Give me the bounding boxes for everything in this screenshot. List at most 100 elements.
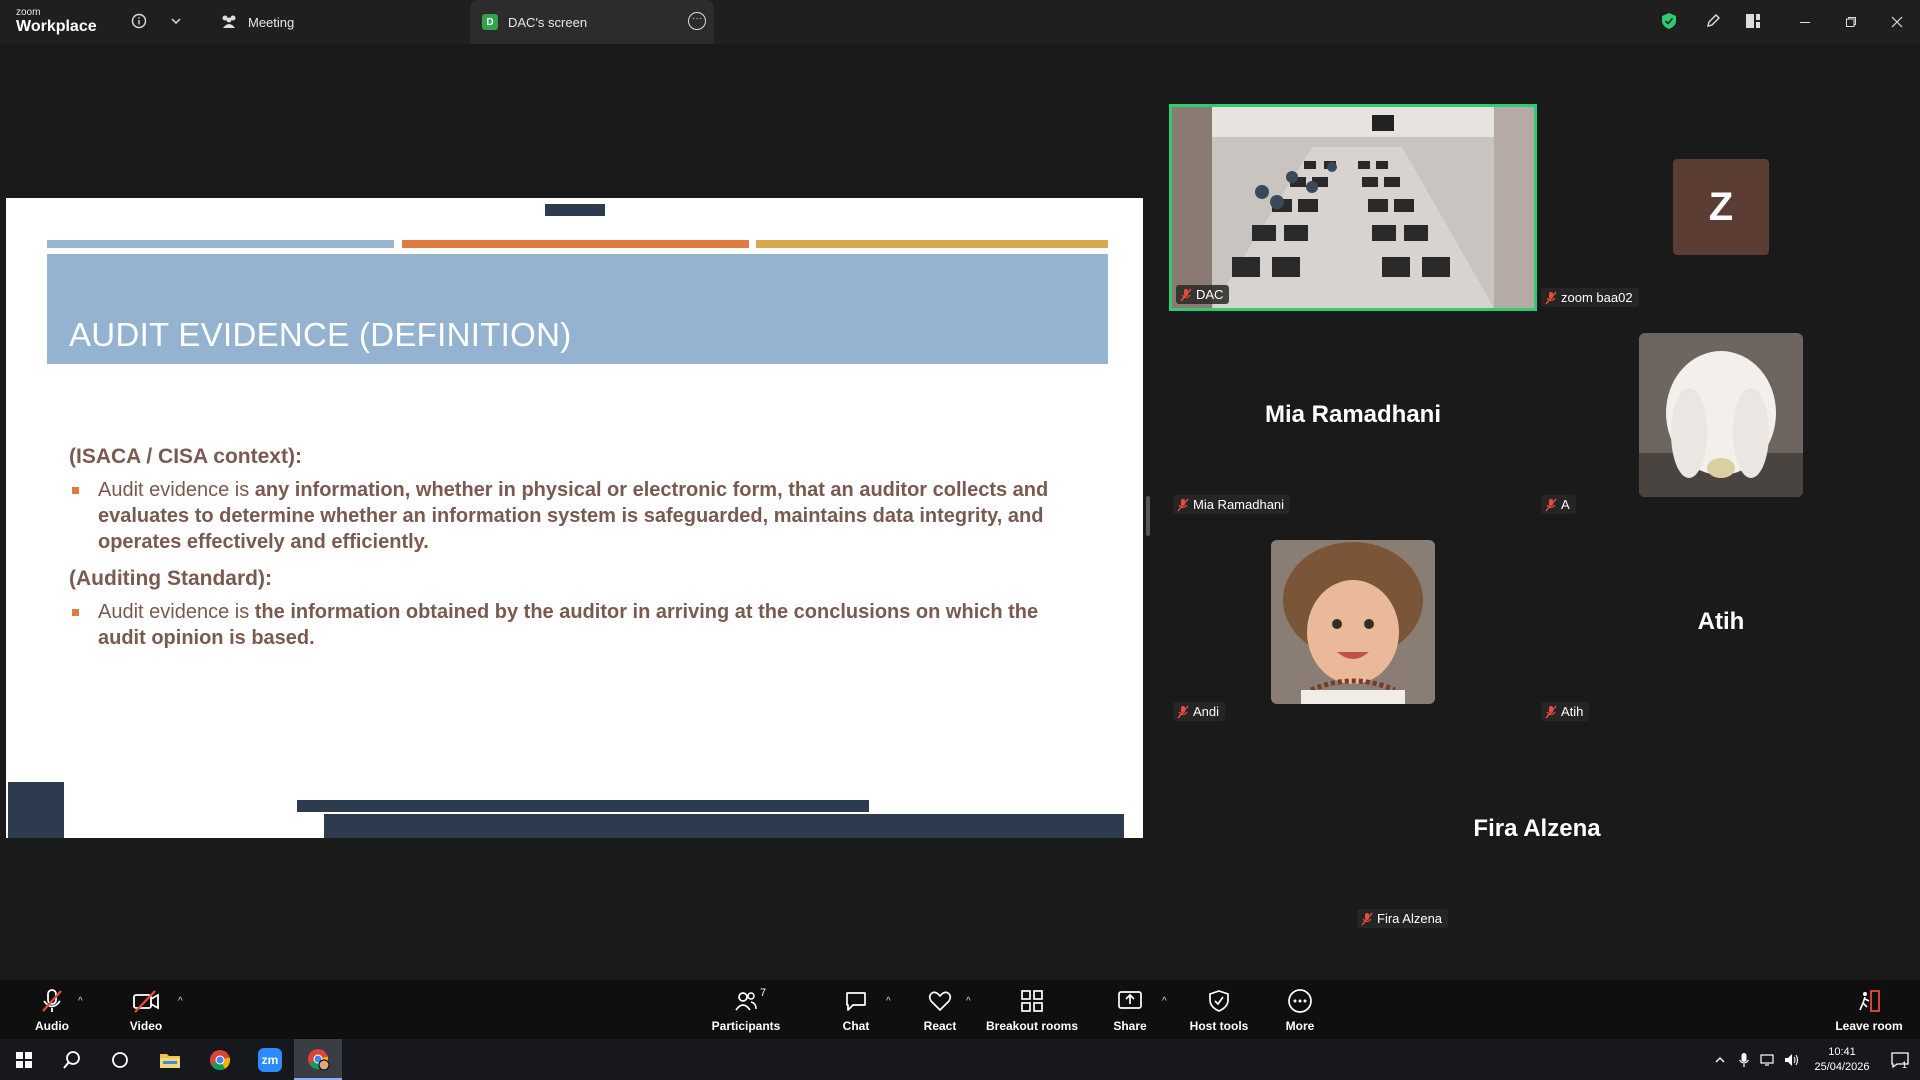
mic-muted-icon [1361, 912, 1373, 926]
mic-muted-icon [38, 987, 66, 1015]
participant-tile-fira-alzena[interactable]: Fira Alzena Fira Alzena [1353, 725, 1721, 932]
avatar-rabbit-photo [1639, 332, 1803, 497]
slide-heading-auditing-standard: (Auditing Standard): [69, 567, 272, 590]
leave-room-button[interactable]: Leave room [1834, 980, 1904, 1039]
shield-icon [1205, 987, 1233, 1015]
title-bar: zoom Workplace Meeting D DAC's screen ··… [0, 0, 1920, 44]
host-tools-button[interactable]: Host tools [1188, 980, 1250, 1039]
participants-button[interactable]: 7 Participants [708, 980, 784, 1039]
annotate-pen-icon[interactable] [1702, 10, 1724, 32]
leave-door-icon [1855, 987, 1883, 1015]
share-options-caret[interactable]: ^ [1162, 996, 1167, 1007]
microphone-icon[interactable] [1732, 1052, 1756, 1068]
chevron-down-icon[interactable] [165, 10, 187, 32]
windows-taskbar: zm 10:41 25/04/2026 1 [0, 1039, 1920, 1080]
view-layout-icon[interactable] [1742, 10, 1764, 32]
chat-icon [842, 987, 870, 1015]
avatar-child-photo [1271, 539, 1435, 704]
participant-label-andi: Andi [1173, 702, 1226, 721]
slide-bullet-2: Audit evidence is the information obtain… [69, 599, 1089, 651]
security-shield-icon[interactable] [1658, 10, 1680, 32]
participant-tile-mia-ramadhani[interactable]: Mia Ramadhani Mia Ramadhani [1169, 311, 1537, 518]
slide-accent-bar-blue [47, 240, 394, 248]
window-controls [1782, 0, 1920, 44]
mic-muted-icon [1177, 498, 1189, 512]
tab-screen-label: DAC's screen [508, 14, 588, 30]
chat-button[interactable]: Chat [836, 980, 876, 1039]
slide-bottom-decoration-square [8, 782, 64, 838]
meeting-main-area: AUDIT EVIDENCE (DEFINITION) (ISACA / CIS… [0, 44, 1920, 980]
video-button[interactable]: Video [124, 980, 168, 1039]
taskbar-clock[interactable]: 10:41 25/04/2026 [1804, 1045, 1880, 1075]
volume-icon[interactable] [1780, 1053, 1804, 1067]
minimize-icon[interactable] [1782, 0, 1828, 44]
participant-tile-atih[interactable]: Atih Atih [1537, 518, 1905, 725]
tray-chevron-up-icon[interactable] [1708, 1054, 1732, 1066]
share-screen-icon [1116, 987, 1144, 1015]
meeting-toolbar: Audio ^ Video ^ 7 Participants Chat ^ Re… [0, 980, 1920, 1039]
more-icon [1286, 987, 1314, 1015]
participant-label-zoom-baa02: zoom baa02 [1541, 288, 1639, 307]
slide-bottom-decoration-bar [297, 800, 869, 812]
avatar-initial: Z [1673, 159, 1769, 255]
more-button[interactable]: More [1280, 980, 1320, 1039]
mic-muted-icon [1545, 498, 1557, 512]
slide-title: AUDIT EVIDENCE (DEFINITION) [69, 316, 572, 353]
video-options-caret[interactable]: ^ [178, 996, 183, 1007]
participant-label-atih: Atih [1541, 702, 1590, 721]
network-icon[interactable] [1756, 1053, 1780, 1067]
zoom-workplace-logo: zoom Workplace [16, 7, 97, 35]
breakout-rooms-icon [1018, 987, 1046, 1015]
mic-muted-icon [1545, 291, 1557, 305]
slide-bullet-1: Audit evidence is any information, wheth… [69, 477, 1089, 555]
slide-accent-bar-gold [756, 240, 1108, 248]
mic-muted-icon [1177, 705, 1189, 719]
info-icon[interactable] [128, 10, 150, 32]
slide-accent-bar-orange [402, 240, 749, 248]
panel-resize-handle[interactable] [1146, 496, 1150, 536]
share-button[interactable]: Share [1110, 980, 1150, 1039]
chat-options-caret[interactable]: ^ [886, 996, 891, 1007]
participant-label-dac: DAC [1176, 285, 1230, 304]
breakout-rooms-button[interactable]: Breakout rooms [985, 980, 1079, 1039]
participant-label-a: A [1541, 495, 1576, 514]
chrome-profile-icon[interactable] [294, 1039, 342, 1080]
slide-top-decoration [545, 204, 605, 216]
chrome-icon[interactable] [196, 1039, 244, 1080]
slide-content: (ISACA / CISA context): Audit evidence i… [69, 445, 1089, 663]
shared-screen-slide: AUDIT EVIDENCE (DEFINITION) (ISACA / CIS… [6, 198, 1143, 838]
notifications-icon[interactable]: 1 [1880, 1051, 1920, 1070]
mic-muted-icon [1180, 288, 1192, 302]
search-icon[interactable] [48, 1039, 96, 1080]
more-options-icon[interactable]: ··· [688, 12, 706, 30]
task-view-icon[interactable] [96, 1039, 144, 1080]
participant-tile-andi[interactable]: Andi [1169, 518, 1537, 725]
participant-tile-zoom-baa02[interactable]: Z zoom baa02 [1537, 104, 1905, 311]
tab-meeting-label: Meeting [248, 14, 295, 30]
classroom-video-feed [1172, 107, 1534, 308]
tab-dac-screen[interactable]: D DAC's screen ··· [470, 0, 714, 44]
participant-display-name: Fira Alzena [1473, 814, 1601, 842]
windows-start-icon[interactable] [0, 1039, 48, 1080]
participant-tile-a[interactable]: A [1537, 311, 1905, 518]
clock-date: 25/04/2026 [1814, 1060, 1870, 1073]
slide-title-box: AUDIT EVIDENCE (DEFINITION) [47, 254, 1108, 364]
close-icon[interactable] [1874, 0, 1920, 44]
slide-bottom-decoration-block [324, 814, 1124, 838]
mic-muted-icon [1545, 705, 1557, 719]
restore-icon[interactable] [1828, 0, 1874, 44]
screen-share-badge: D [482, 14, 498, 30]
slide-heading-isaca: (ISACA / CISA context): [69, 445, 302, 468]
zoom-app-icon[interactable]: zm [246, 1039, 294, 1080]
participant-display-name: Mia Ramadhani [1264, 400, 1442, 428]
react-options-caret[interactable]: ^ [966, 996, 971, 1007]
notification-count: 1 [1902, 1059, 1908, 1070]
file-explorer-icon[interactable] [146, 1039, 194, 1080]
participant-tile-dac[interactable]: DAC [1169, 104, 1537, 311]
audio-options-caret[interactable]: ^ [78, 996, 83, 1007]
meeting-icon [220, 13, 238, 32]
clock-time: 10:41 [1828, 1045, 1856, 1058]
tab-meeting[interactable]: Meeting [210, 0, 470, 44]
react-button[interactable]: React [920, 980, 960, 1039]
audio-button[interactable]: Audio [30, 980, 74, 1039]
